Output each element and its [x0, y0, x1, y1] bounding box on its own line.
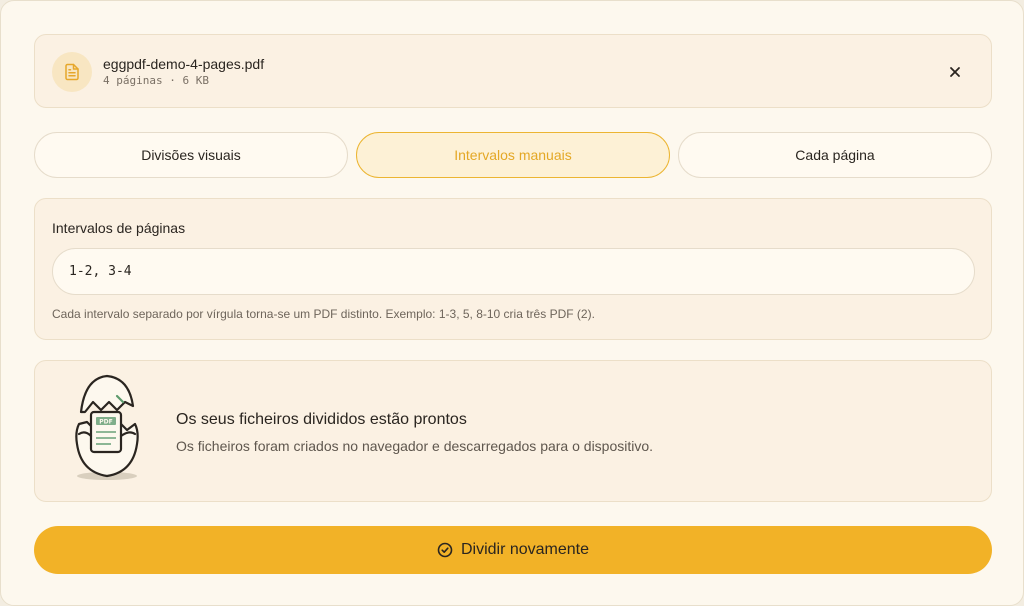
result-title: Os seus ficheiros divididos estão pronto… — [176, 411, 467, 428]
result-panel: PDF Os seus ficheiros divididos estão pr… — [34, 360, 992, 502]
tab-each-page[interactable]: Cada página — [678, 132, 992, 178]
tab-manual-ranges[interactable]: Intervalos manuais — [356, 132, 670, 178]
check-circle-icon — [437, 542, 453, 558]
split-card: eggpdf-demo-4-pages.pdf 4 páginas · 6 KB… — [0, 0, 1024, 606]
page-ranges-label: Intervalos de páginas — [52, 220, 186, 236]
page-ranges-input[interactable] — [52, 248, 975, 295]
document-icon — [52, 52, 92, 92]
file-meta: 4 páginas · 6 KB — [103, 74, 209, 87]
split-again-button[interactable]: Dividir novamente — [34, 526, 992, 574]
split-mode-tabs: Divisões visuais Intervalos manuais Cada… — [34, 132, 992, 178]
split-again-label: Dividir novamente — [460, 541, 590, 558]
tab-visual-splits[interactable]: Divisões visuais — [34, 132, 348, 178]
close-icon — [950, 67, 960, 77]
result-subtitle: Os ficheiros foram criados no navegador … — [176, 438, 654, 454]
pdf-badge: PDF — [99, 419, 112, 426]
page-ranges-help-text: Cada intervalo separado por vírgula torn… — [52, 307, 595, 321]
page-ranges-panel: Intervalos de páginas Cada intervalo sep… — [34, 198, 992, 340]
file-info-bar: eggpdf-demo-4-pages.pdf 4 páginas · 6 KB — [34, 34, 992, 108]
egg-pdf-illustration: PDF — [75, 374, 139, 480]
file-name: eggpdf-demo-4-pages.pdf — [103, 56, 265, 72]
remove-file-button[interactable] — [943, 60, 967, 84]
